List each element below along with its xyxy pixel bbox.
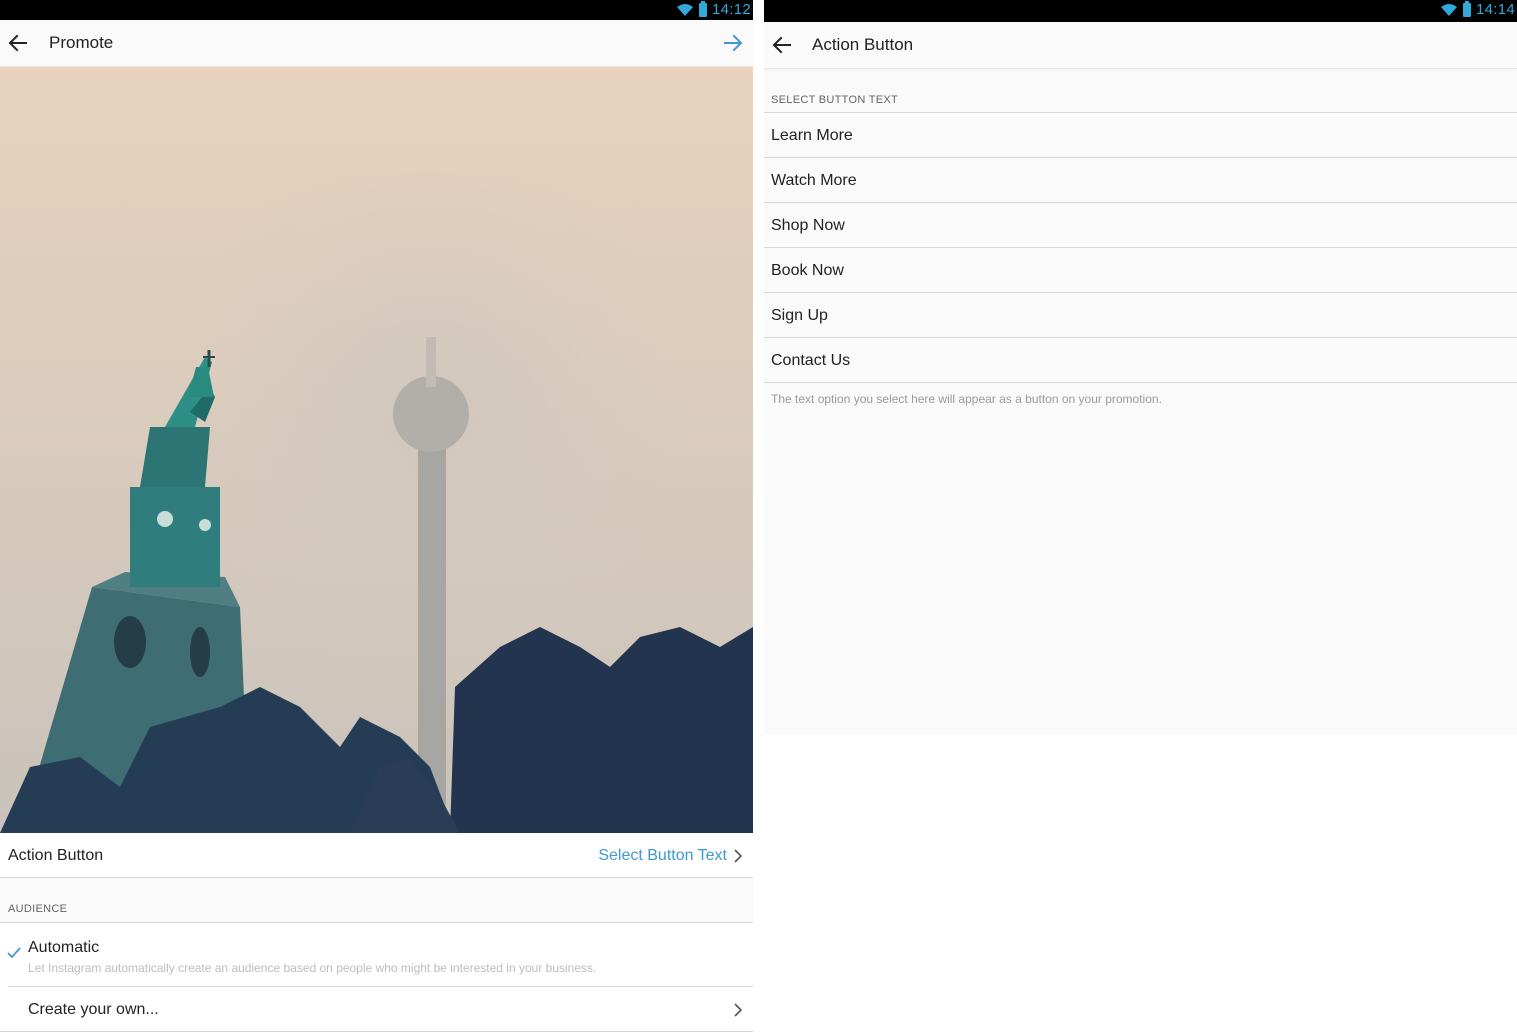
chevron-right-icon xyxy=(734,849,743,863)
chevron-right-icon xyxy=(734,1003,743,1017)
next-arrow-icon[interactable] xyxy=(721,30,745,56)
option-label: Learn More xyxy=(771,127,853,144)
automatic-audience-option[interactable]: Automatic Let Instagram automatically cr… xyxy=(0,923,753,987)
promote-screen: 14:12 Promote Action Button Select Butto… xyxy=(0,0,753,1036)
create-own-title: Create your own... xyxy=(28,1001,159,1018)
status-bar: 14:14 xyxy=(764,0,1517,22)
battery-icon xyxy=(1462,0,1471,17)
option-learn-more[interactable]: Learn More xyxy=(764,113,1517,158)
action-button-row[interactable]: Action Button Select Button Text xyxy=(0,833,753,878)
action-button-screen: 14:14 Action Button SELECT BUTTON TEXT L… xyxy=(764,0,1517,734)
automatic-description: Let Instagram automatically create an au… xyxy=(28,961,597,975)
top-app-bar: Promote xyxy=(0,20,753,67)
automatic-title: Automatic xyxy=(28,939,100,956)
option-shop-now[interactable]: Shop Now xyxy=(764,203,1517,248)
option-watch-more[interactable]: Watch More xyxy=(764,158,1517,203)
option-contact-us[interactable]: Contact Us xyxy=(764,338,1517,383)
select-button-text-header: SELECT BUTTON TEXT xyxy=(764,69,1517,113)
button-text-options: Learn More Watch More Shop Now Book Now … xyxy=(764,113,1517,383)
action-button-label: Action Button xyxy=(8,847,104,864)
status-bar: 14:12 xyxy=(0,0,753,20)
option-label: Book Now xyxy=(771,262,844,279)
option-book-now[interactable]: Book Now xyxy=(764,248,1517,293)
status-time: 14:14 xyxy=(1475,1,1515,18)
option-label: Shop Now xyxy=(771,217,845,234)
check-icon xyxy=(7,947,21,959)
wifi-icon xyxy=(676,3,693,16)
create-own-audience-option[interactable]: Create your own... xyxy=(0,987,753,1032)
back-arrow-icon[interactable] xyxy=(6,30,30,56)
wifi-icon xyxy=(1440,3,1457,16)
section-header: SELECT BUTTON TEXT xyxy=(771,94,899,106)
hint-text: The text option you select here will app… xyxy=(771,392,1162,406)
battery-icon xyxy=(698,0,707,17)
promotion-photo xyxy=(0,67,753,833)
option-label: Contact Us xyxy=(771,352,851,369)
option-label: Watch More xyxy=(771,172,857,189)
option-label: Sign Up xyxy=(771,307,828,324)
audience-header: AUDIENCE xyxy=(8,903,68,915)
back-arrow-icon[interactable] xyxy=(770,32,794,58)
option-sign-up[interactable]: Sign Up xyxy=(764,293,1517,338)
status-time: 14:12 xyxy=(711,1,751,18)
audience-section-header: AUDIENCE xyxy=(0,878,753,923)
select-button-text-link[interactable]: Select Button Text xyxy=(598,847,727,865)
top-app-bar: Action Button xyxy=(764,22,1517,69)
page-title: Action Button xyxy=(812,35,914,54)
page-title: Promote xyxy=(49,33,114,52)
